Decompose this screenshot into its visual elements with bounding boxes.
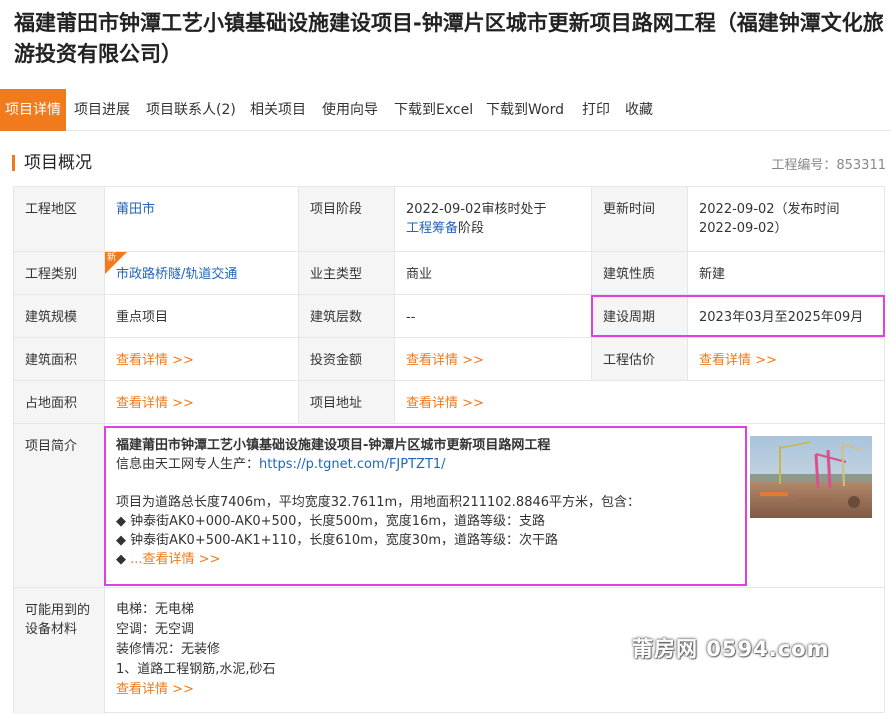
stage-text: 2022-09-02审核时处于 <box>406 202 547 217</box>
tab-project-details[interactable]: 项目详情 <box>0 89 66 131</box>
value-address: 查看详情 >> <box>395 381 884 424</box>
address-more-link[interactable]: 查看详情 >> <box>406 396 484 411</box>
page-title: 福建莆田市钟潭工艺小镇基础设施建设项目-钟潭片区城市更新项目路网工程（福建钟潭文… <box>14 11 884 66</box>
tab-project-contacts[interactable]: 项目联系人(2) <box>146 89 236 131</box>
tab-bar: 项目详情 项目进展 项目联系人(2) 相关项目 使用向导 下载到Excel 下载… <box>0 89 891 131</box>
tab-usage-guide[interactable]: 使用向导 <box>322 89 378 131</box>
label-address: 项目地址 <box>299 381 395 424</box>
label-estimate: 工程估价 <box>592 338 688 381</box>
label-building-area: 建筑面积 <box>14 338 105 381</box>
value-estimate: 查看详情 >> <box>688 338 884 381</box>
highlight-intro <box>104 426 747 586</box>
tab-favorite[interactable]: 收藏 <box>625 89 653 131</box>
label-stage: 项目阶段 <box>299 187 395 252</box>
building-area-more-link[interactable]: 查看详情 >> <box>116 353 194 368</box>
equip-line: 1、道路工程钢筋,水泥,砂石 <box>116 662 276 677</box>
label-region: 工程地区 <box>14 187 105 252</box>
tab-download-excel[interactable]: 下载到Excel <box>394 89 473 131</box>
section-accent-bar <box>12 155 15 171</box>
region-link[interactable]: 莆田市 <box>116 202 155 217</box>
value-stage: 2022-09-02审核时处于 工程筹备阶段 <box>395 187 592 252</box>
tab-print[interactable]: 打印 <box>582 89 610 131</box>
category-link[interactable]: 市政路桥隧/轨道交通 <box>116 267 237 282</box>
equip-line: 电梯：无电梯 <box>116 602 195 617</box>
label-equipment: 可能用到的设备材料 <box>14 588 105 714</box>
construction-site-image <box>750 436 872 518</box>
value-building-area: 查看详情 >> <box>105 338 299 381</box>
label-building-nature: 建筑性质 <box>592 252 688 295</box>
label-owner-type: 业主类型 <box>299 252 395 295</box>
investment-more-link[interactable]: 查看详情 >> <box>406 353 484 368</box>
land-area-more-link[interactable]: 查看详情 >> <box>116 396 194 411</box>
project-code: 工程编号：853311 <box>771 154 886 173</box>
estimate-more-link[interactable]: 查看详情 >> <box>699 353 777 368</box>
tab-download-word[interactable]: 下载到Word <box>486 89 564 131</box>
value-region: 莆田市 <box>105 187 299 252</box>
label-land-area: 占地面积 <box>14 381 105 424</box>
label-floors: 建筑层数 <box>299 295 395 338</box>
project-code-label: 工程编号： <box>771 158 837 173</box>
tab-related-projects[interactable]: 相关项目 <box>250 89 306 131</box>
highlight-construction-period <box>591 295 885 337</box>
value-scale: 重点项目 <box>105 295 299 338</box>
section-header: 项目概况 工程编号：853311 <box>12 152 886 174</box>
watermark: 莆房网 0594.com <box>632 637 830 661</box>
section-title: 项目概况 <box>24 153 92 173</box>
value-update-time: 2022-09-02（发布时间2022-09-02） <box>688 187 884 252</box>
new-badge-text: 新 <box>107 253 117 263</box>
equip-more-link[interactable]: 查看详情 >> <box>116 680 873 700</box>
tab-project-progress[interactable]: 项目进展 <box>74 89 130 131</box>
value-building-nature: 新建 <box>688 252 884 295</box>
label-scale: 建筑规模 <box>14 295 105 338</box>
value-land-area: 查看详情 >> <box>105 381 299 424</box>
value-owner-type: 商业 <box>395 252 592 295</box>
value-floors: -- <box>395 295 592 338</box>
project-code-value: 853311 <box>836 158 886 173</box>
label-category: 工程类别 <box>14 252 105 295</box>
value-category: 新 市政路桥隧/轨道交通 <box>105 252 299 295</box>
label-investment: 投资金额 <box>299 338 395 381</box>
stage-link[interactable]: 工程筹备 <box>406 221 458 236</box>
project-photo[interactable] <box>750 436 872 518</box>
label-update-time: 更新时间 <box>592 187 688 252</box>
value-investment: 查看详情 >> <box>395 338 592 381</box>
stage-suffix: 阶段 <box>458 221 485 236</box>
label-intro: 项目简介 <box>14 424 105 588</box>
